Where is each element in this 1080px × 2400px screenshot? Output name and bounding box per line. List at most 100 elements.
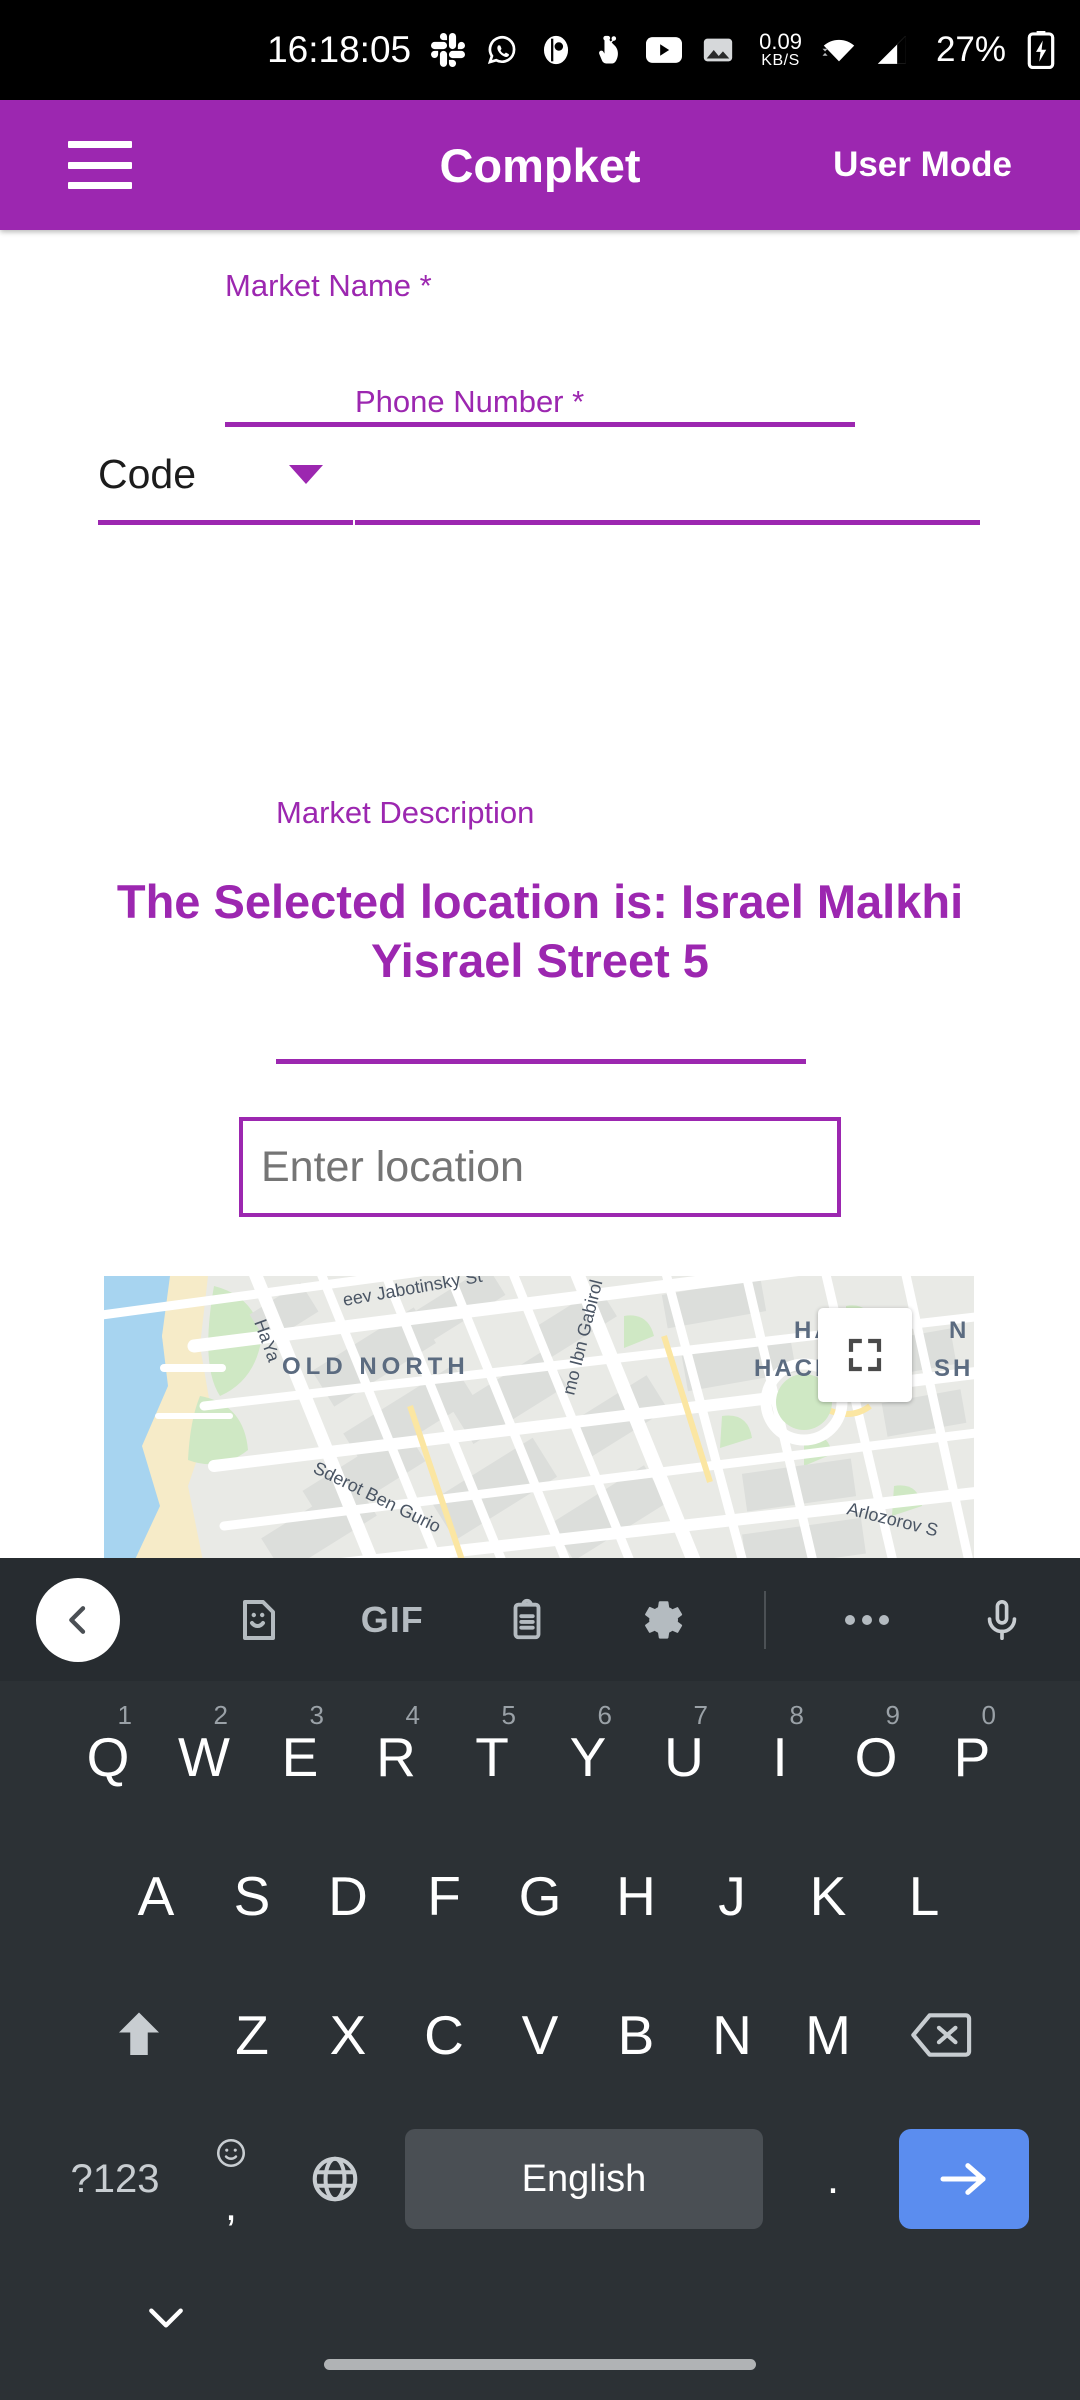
enter-arrow-icon[interactable] <box>899 2129 1029 2229</box>
key-e-label: E <box>281 1725 319 1788</box>
hamburger-menu-icon[interactable] <box>68 141 132 189</box>
language-globe-icon[interactable] <box>283 2124 387 2234</box>
key-t-label: T <box>475 1725 509 1788</box>
key-i-label: I <box>772 1725 788 1788</box>
gif-icon[interactable]: GIF <box>350 1578 434 1662</box>
space-key[interactable]: English <box>405 2129 763 2229</box>
key-n[interactable]: N <box>684 1972 780 2097</box>
key-s[interactable]: S <box>204 1833 300 1958</box>
key-f[interactable]: F <box>396 1833 492 1958</box>
phone-number-label: Phone Number * <box>355 384 585 419</box>
more-options-icon[interactable] <box>825 1578 909 1662</box>
keyboard-toolbar: GIF <box>0 1558 1080 1681</box>
chevron-down-dismiss-icon[interactable] <box>136 2288 196 2348</box>
emoji-smiley-icon <box>214 2136 248 2175</box>
key-y-label: Y <box>569 1725 607 1788</box>
key-l[interactable]: L <box>876 1833 972 1958</box>
gear-icon[interactable] <box>621 1578 705 1662</box>
key-x[interactable]: X <box>300 1972 396 2097</box>
on-screen-keyboard: GIF 1Q 2W 3E 4 R 5 T 6 Y 7 U 8 I 9 O 0 P… <box>0 1558 1080 2400</box>
key-w-label: W <box>178 1725 230 1788</box>
key-j[interactable]: J <box>684 1833 780 1958</box>
status-bar-clock: 16:18:05 <box>267 29 412 70</box>
market-description-underline <box>276 1059 806 1064</box>
key-e[interactable]: 3E <box>252 1694 348 1819</box>
whatsapp-icon <box>483 31 521 69</box>
key-m[interactable]: M <box>780 1972 876 2097</box>
key-z[interactable]: Z <box>204 1972 300 2097</box>
status-bar-icons: 0.09 KB/S 27% <box>429 30 1060 70</box>
key-r[interactable]: 4R <box>348 1694 444 1819</box>
country-code-row[interactable]: Code <box>98 428 353 520</box>
key-a[interactable]: A <box>108 1833 204 1958</box>
key-r-label: R <box>376 1725 416 1788</box>
network-speed-unit: KB/S <box>761 52 800 69</box>
microphone-icon[interactable] <box>960 1578 1044 1662</box>
fullscreen-expand-icon[interactable] <box>818 1308 912 1402</box>
keyboard-row-1: 1Q 2W 3E 4R 5T 6Y 7U 8I 9O 0P <box>0 1687 1080 1826</box>
key-u[interactable]: 7U <box>636 1694 732 1819</box>
toolbar-divider <box>763 1590 766 1649</box>
key-p-sup: 0 <box>981 1700 996 1730</box>
key-t-sup: 5 <box>501 1700 516 1730</box>
key-d[interactable]: D <box>300 1833 396 1958</box>
key-o[interactable]: 9O <box>828 1694 924 1819</box>
period-key[interactable]: . <box>781 2124 885 2234</box>
key-p-label: P <box>953 1725 991 1788</box>
key-c[interactable]: C <box>396 1972 492 2097</box>
map-preview[interactable]: OLD NORTH HAZ N HACH SH eev Jabotinsky S… <box>104 1276 974 1566</box>
key-g[interactable]: G <box>492 1833 588 1958</box>
key-t[interactable]: 5T <box>444 1694 540 1819</box>
keyboard-row-4: ?123 , English . <box>0 2104 1080 2254</box>
youtube-icon <box>645 31 683 69</box>
shift-up-arrow-icon[interactable] <box>74 1972 204 2097</box>
cursor-icon <box>591 31 629 69</box>
key-w[interactable]: 2W <box>156 1694 252 1819</box>
key-y-sup: 6 <box>597 1700 612 1730</box>
location-input-wrapper[interactable] <box>239 1117 841 1217</box>
key-p[interactable]: 0P <box>924 1694 1020 1819</box>
chevron-down-icon[interactable] <box>289 464 323 484</box>
country-code-label: Code <box>98 450 197 497</box>
country-code-field[interactable]: Code <box>98 428 353 525</box>
keyboard-keys: 1Q 2W 3E 4R 5T 6Y 7U 8I 9O 0P A S D F G … <box>0 1681 1080 2254</box>
keyboard-row-2: A S D F G H J K L <box>0 1826 1080 1965</box>
app-bar: Compket User Mode <box>0 100 1080 230</box>
key-q[interactable]: 1Q <box>60 1694 156 1819</box>
key-u-sup: 7 <box>693 1700 708 1730</box>
key-r-sup: 4 <box>405 1700 420 1730</box>
symbols-key[interactable]: ?123 <box>51 2124 179 2234</box>
comma-emoji-key[interactable]: , <box>179 2124 283 2234</box>
cellular-signal-icon <box>874 31 912 69</box>
market-name-underline <box>225 422 855 427</box>
key-o-sup: 9 <box>885 1700 900 1730</box>
key-u-label: U <box>664 1725 704 1788</box>
key-k[interactable]: K <box>780 1833 876 1958</box>
wifi-icon <box>820 31 858 69</box>
key-i[interactable]: 8I <box>732 1694 828 1819</box>
key-y[interactable]: 6Y <box>540 1694 636 1819</box>
phone-screen: 16:18:05 0.09 KB/S 27% Compket User Mode… <box>0 0 1080 2400</box>
network-speed-indicator: 0.09 KB/S <box>759 31 802 69</box>
key-v[interactable]: V <box>492 1972 588 2097</box>
key-b[interactable]: B <box>588 1972 684 2097</box>
slack-icon <box>429 31 467 69</box>
key-q-label: Q <box>86 1725 130 1788</box>
svg-text:SH: SH <box>934 1355 973 1382</box>
key-h[interactable]: H <box>588 1833 684 1958</box>
backspace-delete-icon[interactable] <box>876 1972 1006 2097</box>
home-gesture-bar[interactable] <box>324 2359 756 2370</box>
phone-number-input[interactable] <box>355 428 980 520</box>
keyboard-nav-bar <box>0 2260 1080 2400</box>
gallery-icon <box>699 31 737 69</box>
back-chevron-icon[interactable] <box>36 1577 120 1662</box>
battery-charging-icon <box>1022 31 1060 69</box>
sticker-icon[interactable] <box>215 1578 299 1662</box>
location-input[interactable] <box>243 1121 837 1213</box>
user-mode-button[interactable]: User Mode <box>833 145 1012 185</box>
phone-number-underline <box>355 520 980 525</box>
key-i-sup: 8 <box>789 1700 804 1730</box>
clipboard-icon[interactable] <box>485 1578 569 1662</box>
phone-number-field: Phone Number * <box>355 386 980 525</box>
market-name-label: Market Name * <box>225 268 432 303</box>
